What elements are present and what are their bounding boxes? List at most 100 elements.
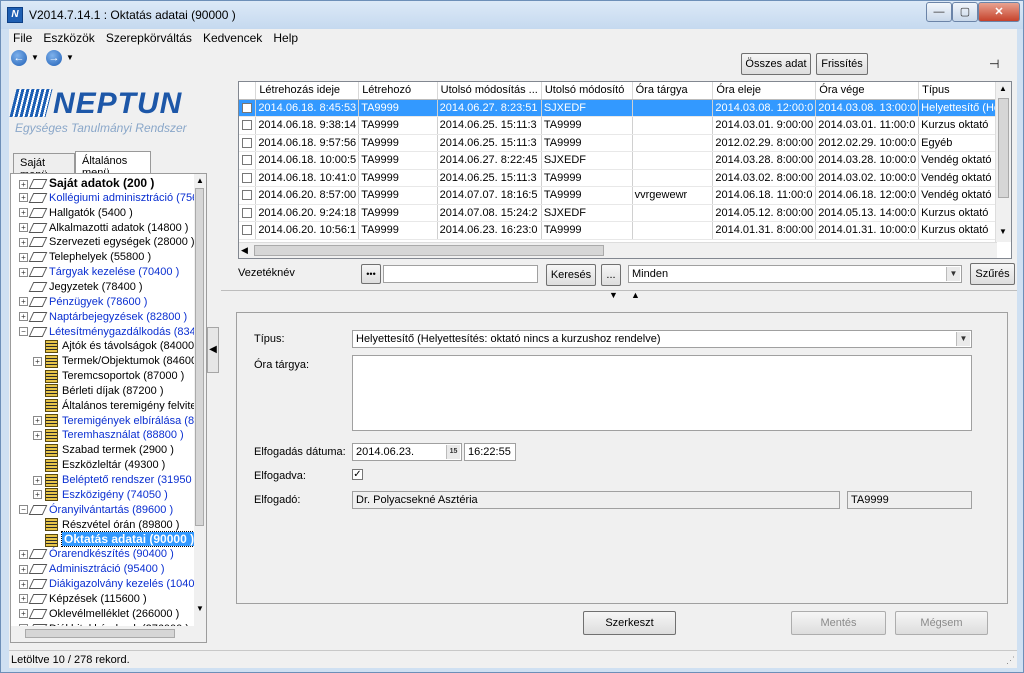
expand-icon[interactable]: + <box>33 475 42 485</box>
expand-icon[interactable]: + <box>19 579 28 589</box>
tree-item[interactable]: Eszközleltár (49300 ) <box>33 458 165 473</box>
search-button[interactable]: Keresés <box>546 264 596 286</box>
tree-item[interactable]: + Naptárbejegyzések (82800 ) <box>19 310 187 325</box>
tab-own-menu[interactable]: Saját menü <box>13 153 75 181</box>
tree-item[interactable]: Általános teremigény felvitele <box>33 399 205 414</box>
resize-grip-icon[interactable]: ⋰ <box>1006 655 1015 666</box>
column-header[interactable] <box>239 82 257 100</box>
panel-collapse-splitter[interactable]: ◀ <box>207 327 219 373</box>
tree-item[interactable]: Teremcsoportok (87000 ) <box>33 369 184 384</box>
collapse-up-icon[interactable]: ▲ <box>631 290 640 300</box>
tree-hscroll-thumb[interactable] <box>25 629 175 638</box>
tree-item[interactable]: + Képzések (115600 ) <box>19 592 147 607</box>
tree-item[interactable]: Bérleti díjak (87200 ) <box>33 384 164 399</box>
expand-icon[interactable]: + <box>19 549 28 559</box>
row-checkbox[interactable] <box>242 207 253 218</box>
column-header[interactable]: Utolsó módosító <box>541 82 633 100</box>
tree-item[interactable]: + Alkalmazotti adatok (14800 ) <box>19 221 188 236</box>
maximize-button[interactable]: ▢ <box>952 2 978 22</box>
collapse-left-icon[interactable]: ◀ <box>209 344 217 355</box>
collapse-down-icon[interactable]: ▼ <box>609 290 618 300</box>
tree-item[interactable]: Szabad termek (2900 ) <box>33 443 174 458</box>
save-button[interactable]: Mentés <box>791 611 886 635</box>
collapse-icon[interactable]: − <box>19 327 28 337</box>
row-checkbox-cell[interactable] <box>239 99 257 117</box>
expand-icon[interactable]: + <box>19 594 28 604</box>
row-checkbox[interactable] <box>242 190 253 201</box>
column-header[interactable]: Óra eleje <box>712 82 817 100</box>
scroll-up-icon[interactable]: ▲ <box>196 176 204 185</box>
expand-icon[interactable]: + <box>19 564 28 574</box>
row-checkbox[interactable] <box>242 137 253 148</box>
tree-item[interactable]: + Pénzügyek (78600 ) <box>19 295 147 310</box>
cancel-button[interactable]: Mégsem <box>895 611 988 635</box>
row-checkbox[interactable] <box>242 120 253 131</box>
menu-help[interactable]: Help <box>269 29 302 47</box>
grid-scroll-left-icon[interactable]: ◀ <box>241 245 248 256</box>
grid-vertical-scrollbar[interactable]: ▲ ▼ <box>995 82 1011 242</box>
collapse-icon[interactable]: − <box>19 505 28 515</box>
menu-tools[interactable]: Eszközök <box>39 29 98 47</box>
tree-item[interactable]: + Eszközigény (74050 ) <box>33 488 168 503</box>
refresh-button[interactable]: Frissítés <box>816 53 868 75</box>
tree-item[interactable]: + Telephelyek (55800 ) <box>19 250 151 265</box>
filter-apply-button[interactable]: Szűrés <box>970 263 1015 285</box>
forward-arrow-icon[interactable]: → <box>46 50 62 66</box>
column-header[interactable]: Óra tárgya <box>632 82 714 100</box>
tree-item[interactable]: + Kollégiumi adminisztráció (75650 <box>19 191 206 206</box>
table-row[interactable]: 2014.06.18. 9:57:56 TA9999 2014.06.25. 15:… <box>239 134 1011 152</box>
row-checkbox-cell[interactable] <box>239 169 257 187</box>
tree-item[interactable]: + Hallgatók (5400 ) <box>19 206 133 221</box>
row-checkbox-cell[interactable] <box>239 151 257 170</box>
back-arrow-icon[interactable]: ← <box>11 50 27 66</box>
grid-hscroll-thumb[interactable] <box>254 245 604 256</box>
tree-item[interactable]: Részvétel órán (89800 ) <box>33 518 179 533</box>
close-button[interactable]: ✕ <box>978 2 1020 22</box>
accept-time-field[interactable]: 16:22:55 <box>464 443 516 461</box>
pin-icon[interactable]: ⊣ <box>989 57 999 71</box>
row-checkbox-cell[interactable] <box>239 116 257 135</box>
tree-item[interactable]: + Termek/Objektumok (84600 <box>33 354 197 369</box>
subject-textarea[interactable] <box>352 355 972 431</box>
expand-icon[interactable]: + <box>19 297 28 307</box>
acceptor-name-field[interactable]: Dr. Polyacsekné Asztéria <box>352 491 840 509</box>
expand-icon[interactable]: + <box>33 490 42 500</box>
menu-role-switch[interactable]: Szerepkörváltás <box>102 29 196 47</box>
tree-item[interactable]: Jegyzetek (78400 ) <box>19 280 143 295</box>
table-row[interactable]: 2014.06.20. 8:57:00 TA9999 2014.07.07. 18:… <box>239 186 1011 205</box>
grid-scroll-down-icon[interactable]: ▼ <box>999 227 1007 236</box>
forward-dropdown-icon[interactable]: ▼ <box>66 53 74 62</box>
expand-icon[interactable]: + <box>19 223 28 233</box>
more-options-button[interactable]: ... <box>601 264 621 286</box>
tree-scroll-thumb[interactable] <box>195 188 204 526</box>
expand-icon[interactable]: + <box>19 193 28 203</box>
filter-field-selector-button[interactable]: ••• <box>361 264 381 284</box>
chevron-down-icon[interactable]: ▼ <box>946 267 960 281</box>
table-row[interactable]: 2014.06.20. 9:24:18 TA9999 2014.07.08. 15:… <box>239 204 1011 222</box>
tree-item[interactable]: + Adminisztráció (95400 ) <box>19 562 165 577</box>
type-chevron-down-icon[interactable]: ▼ <box>956 332 970 346</box>
tree-item[interactable]: + Diákigazolvány kezelés (10400 ) <box>19 577 206 592</box>
tab-general-menu[interactable]: Általános menü <box>75 151 151 179</box>
row-checkbox-cell[interactable] <box>239 186 257 205</box>
edit-button[interactable]: Szerkeszt <box>583 611 676 635</box>
accepted-checkbox[interactable]: ✓ <box>352 469 363 480</box>
column-header[interactable]: Létrehozó <box>358 82 438 100</box>
expand-icon[interactable]: + <box>19 312 28 322</box>
tree-item[interactable]: + Saját adatok (200 ) <box>19 176 154 191</box>
back-dropdown-icon[interactable]: ▼ <box>31 53 39 62</box>
tree-item[interactable]: + Teremigények elbírálása (876 <box>33 414 206 429</box>
table-row[interactable]: 2014.06.18. 9:38:14 TA9999 2014.06.25. 15:… <box>239 116 1011 135</box>
tree-item[interactable]: Ajtók és távolságok (84000 ) <box>33 339 201 354</box>
grid-scroll-thumb[interactable] <box>998 98 1009 198</box>
table-row[interactable]: 2014.06.18. 8:45:53 TA9999 2014.06.27. 8:2… <box>239 99 1011 117</box>
menu-favorites[interactable]: Kedvencek <box>199 29 266 47</box>
calendar-icon[interactable]: 15 <box>446 445 460 459</box>
table-row[interactable]: 2014.06.18. 10:41:0 TA9999 2014.06.25. 15:… <box>239 169 1011 187</box>
expand-icon[interactable]: + <box>19 237 28 247</box>
row-checkbox-cell[interactable] <box>239 134 257 152</box>
tree-item[interactable]: − Óranyilvántartás (89600 ) <box>19 503 173 518</box>
minimize-button[interactable]: — <box>926 2 952 22</box>
tree-item[interactable]: Oktatás adatai (90000 ) <box>33 531 198 548</box>
tree-item[interactable]: + Órarendkészítés (90400 ) <box>19 547 174 562</box>
